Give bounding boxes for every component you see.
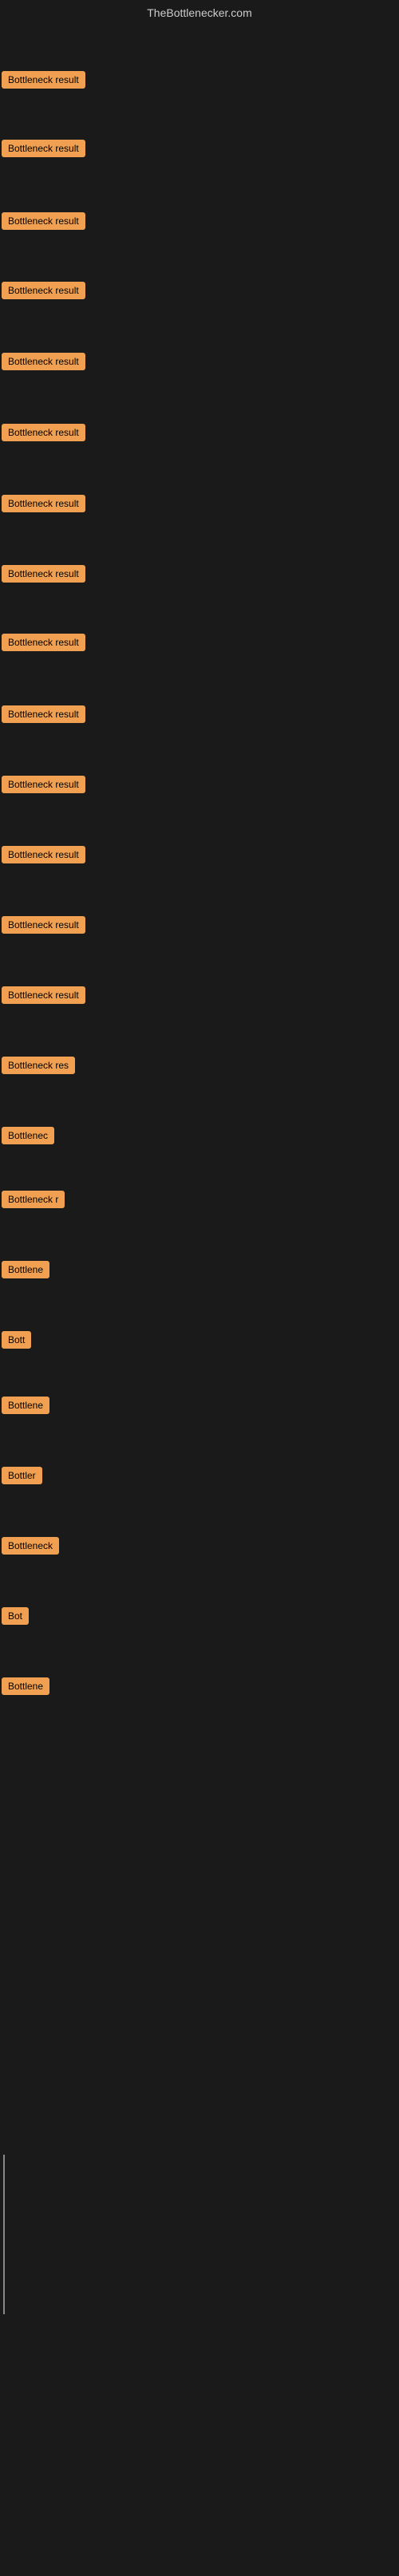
bottleneck-item-13[interactable]: Bottleneck result <box>2 915 85 939</box>
bottleneck-badge-1[interactable]: Bottleneck result <box>2 71 85 89</box>
bottleneck-item-11[interactable]: Bottleneck result <box>2 774 85 799</box>
bottleneck-item-6[interactable]: Bottleneck result <box>2 422 85 447</box>
bottleneck-badge-14[interactable]: Bottleneck result <box>2 986 85 1004</box>
bottleneck-item-20[interactable]: Bottlene <box>2 1395 49 1420</box>
bottleneck-item-10[interactable]: Bottleneck result <box>2 704 85 729</box>
bottleneck-item-23[interactable]: Bot <box>2 1606 29 1630</box>
bottleneck-badge-10[interactable]: Bottleneck result <box>2 705 85 723</box>
bottleneck-item-8[interactable]: Bottleneck result <box>2 563 85 588</box>
bottleneck-badge-23[interactable]: Bot <box>2 1607 29 1625</box>
site-header: TheBottlenecker.com <box>0 0 399 22</box>
bottleneck-badge-7[interactable]: Bottleneck result <box>2 495 85 512</box>
bottleneck-item-15[interactable]: Bottleneck res <box>2 1055 75 1080</box>
page-content: Bottleneck result Bottleneck result Bottle… <box>0 22 399 2576</box>
bottleneck-badge-18[interactable]: Bottlene <box>2 1261 49 1278</box>
bottleneck-badge-24[interactable]: Bottlene <box>2 1677 49 1695</box>
bottleneck-badge-17[interactable]: Bottleneck r <box>2 1191 65 1208</box>
bottleneck-item-9[interactable]: Bottleneck result <box>2 632 85 657</box>
bottleneck-item-4[interactable]: Bottleneck result <box>2 280 85 305</box>
bottleneck-item-3[interactable]: Bottleneck result <box>2 211 85 235</box>
bottleneck-badge-3[interactable]: Bottleneck result <box>2 212 85 230</box>
bottleneck-badge-2[interactable]: Bottleneck result <box>2 140 85 157</box>
bottleneck-item-12[interactable]: Bottleneck result <box>2 844 85 869</box>
vertical-line-indicator <box>3 2155 5 2314</box>
bottleneck-badge-9[interactable]: Bottleneck result <box>2 634 85 651</box>
bottleneck-badge-8[interactable]: Bottleneck result <box>2 565 85 583</box>
bottleneck-item-21[interactable]: Bottler <box>2 1465 42 1490</box>
bottleneck-item-7[interactable]: Bottleneck result <box>2 493 85 518</box>
bottleneck-badge-21[interactable]: Bottler <box>2 1467 42 1484</box>
bottleneck-badge-5[interactable]: Bottleneck result <box>2 353 85 370</box>
bottleneck-item-14[interactable]: Bottleneck result <box>2 985 85 1009</box>
bottleneck-badge-13[interactable]: Bottleneck result <box>2 916 85 934</box>
bottleneck-item-18[interactable]: Bottlene <box>2 1259 49 1284</box>
bottleneck-badge-4[interactable]: Bottleneck result <box>2 282 85 299</box>
bottleneck-badge-11[interactable]: Bottleneck result <box>2 776 85 793</box>
bottleneck-badge-20[interactable]: Bottlene <box>2 1397 49 1414</box>
bottleneck-item-2[interactable]: Bottleneck result <box>2 138 85 163</box>
bottleneck-item-1[interactable]: Bottleneck result <box>2 69 85 94</box>
bottleneck-badge-19[interactable]: Bott <box>2 1331 31 1349</box>
bottleneck-badge-15[interactable]: Bottleneck res <box>2 1057 75 1074</box>
bottleneck-item-19[interactable]: Bott <box>2 1329 31 1354</box>
bottleneck-badge-12[interactable]: Bottleneck result <box>2 846 85 863</box>
bottleneck-item-24[interactable]: Bottlene <box>2 1676 49 1701</box>
bottleneck-badge-6[interactable]: Bottleneck result <box>2 424 85 441</box>
bottleneck-badge-16[interactable]: Bottlenec <box>2 1127 54 1144</box>
bottleneck-item-16[interactable]: Bottlenec <box>2 1125 54 1150</box>
bottleneck-item-17[interactable]: Bottleneck r <box>2 1189 65 1214</box>
bottleneck-item-5[interactable]: Bottleneck result <box>2 351 85 376</box>
bottleneck-badge-22[interactable]: Bottleneck <box>2 1537 59 1555</box>
bottleneck-item-22[interactable]: Bottleneck <box>2 1535 59 1560</box>
